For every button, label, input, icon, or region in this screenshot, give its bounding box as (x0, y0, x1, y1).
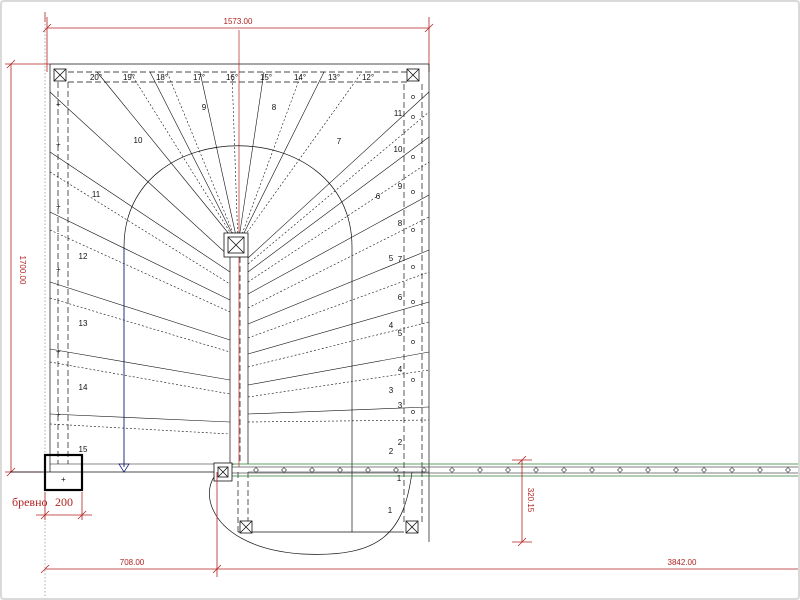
winder-line (166, 71, 239, 246)
step-number: 1 (397, 474, 402, 483)
left-dimension-label: 1700.00 (18, 256, 27, 285)
degree-mark: 12° (362, 73, 374, 82)
post-square-x-icon (406, 68, 420, 82)
step-number: 3 (389, 386, 394, 395)
step-number: 8 (398, 219, 403, 228)
landing-curve (209, 463, 413, 555)
fastener-mark: + (56, 347, 61, 356)
winder-line (149, 71, 239, 246)
winder-line (199, 71, 239, 246)
post-square-x-icon (239, 520, 253, 534)
step-number: 4 (389, 321, 394, 330)
step-number: 7 (337, 137, 342, 146)
rail-peg-icon (505, 467, 511, 473)
rail-peg-icon (729, 467, 735, 473)
log-box[interactable] (43, 453, 84, 492)
fastener-mark (411, 155, 415, 159)
degree-mark: 18° (156, 73, 168, 82)
step-number: 10 (394, 145, 403, 154)
green-rail (230, 463, 798, 477)
fastener-mark: + (56, 410, 61, 419)
step-number: 3 (398, 401, 403, 410)
left-step-numbers: 15 14 13 12 11 10 9 8 (79, 103, 277, 454)
rail-peg-icon (757, 467, 763, 473)
step-number: 8 (272, 103, 277, 112)
top-dimension-label: 1573.00 (224, 17, 253, 26)
winder-line (96, 71, 239, 246)
step-number: 7 (398, 255, 403, 264)
fastener-mark (411, 300, 415, 304)
log-size-value: 200 (55, 495, 73, 509)
degree-mark: 13° (328, 73, 340, 82)
step-number: 2 (389, 447, 394, 456)
fastener-mark: + (56, 265, 61, 274)
post-square-x-icon (223, 232, 249, 258)
step-number: 1 (388, 506, 393, 515)
fastener-mark: + (56, 202, 61, 211)
step-number: 9 (202, 103, 207, 112)
degree-mark: 17° (193, 73, 205, 82)
step-number: 6 (398, 293, 403, 302)
cad-viewport[interactable]: 1573.00 1700.00 + бревно 200 320.15 708.… (0, 0, 800, 600)
staircase-drawing[interactable]: 1573.00 1700.00 + бревно 200 320.15 708.… (2, 2, 800, 600)
fastener-mark (411, 190, 415, 194)
winder-steps (96, 71, 363, 246)
post-square-x-icon (405, 520, 419, 534)
log-center-mark: + (61, 475, 66, 484)
winder-line (129, 71, 239, 246)
step-number: 11 (394, 109, 403, 118)
winder-line (231, 71, 239, 246)
step-number: 15 (79, 445, 88, 454)
step-number: 9 (398, 182, 403, 191)
rail-peg-icon (673, 467, 679, 473)
step-number: 6 (376, 192, 381, 201)
bottom-inner-stringer (237, 472, 404, 533)
step-number: 4 (398, 365, 403, 374)
winder-line (237, 71, 303, 246)
fastener-mark (411, 228, 415, 232)
post-square-x-icon (53, 68, 67, 82)
degree-mark: 16° (226, 73, 238, 82)
fastener-mark (411, 115, 415, 119)
rail-peg-icon (701, 467, 707, 473)
rail-peg-icon (477, 467, 483, 473)
degree-mark: 15° (260, 73, 272, 82)
step-number: 10 (134, 136, 143, 145)
fastener-mark (411, 340, 415, 344)
fastener-mark (411, 265, 415, 269)
step-number: 2 (398, 438, 403, 447)
fastener-mark (411, 95, 415, 99)
degree-mark: 14° (294, 73, 306, 82)
fastener-mark: + (56, 140, 61, 149)
fastener-mark (411, 410, 415, 414)
rail-peg-icon (561, 467, 567, 473)
fastener-mark: + (56, 100, 61, 109)
left-flight-treads (49, 91, 231, 465)
winder-line (237, 71, 363, 246)
step-number: 5 (398, 329, 403, 338)
landing-dimension-label: 320.15 (526, 488, 535, 513)
rail-peg-icon (533, 467, 539, 473)
bottom-left-dimension-label: 708.00 (120, 558, 145, 567)
step-number: 14 (79, 383, 88, 392)
degree-marks: 20° 19° 18° 17° 16° 15° 14° 13° 12° (90, 73, 374, 82)
log-label: бревно (12, 495, 48, 509)
step-number: 5 (389, 254, 394, 263)
rail-peg-icon (785, 467, 791, 473)
rail-peg-icon (449, 467, 455, 473)
rail-peg-icon (645, 467, 651, 473)
rail-peg-icon (589, 467, 595, 473)
right-inner-step-numbers: 1 2 3 4 5 6 7 8 9 10 11 (394, 109, 403, 483)
degree-mark: 20° (90, 73, 102, 82)
degree-mark: 19° (123, 73, 135, 82)
bottom-right-dimension-label: 3842.00 (668, 558, 697, 567)
step-number: 11 (92, 190, 101, 199)
rail-peg-icon (617, 467, 623, 473)
step-number: 12 (79, 252, 88, 261)
fastener-mark (411, 378, 415, 382)
step-number: 13 (79, 319, 88, 328)
